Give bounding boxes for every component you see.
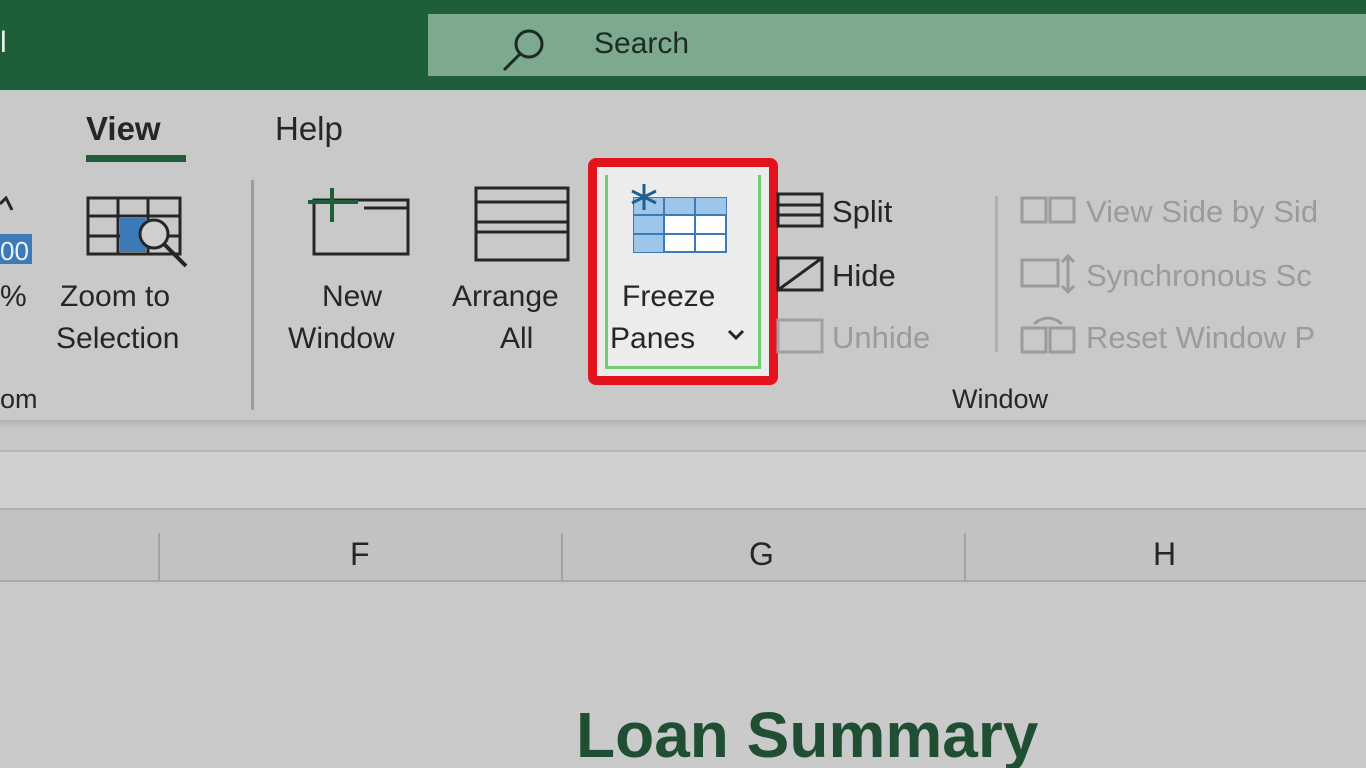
reset-window-position-label: Reset Window P: [1086, 320, 1316, 355]
unhide-icon: [776, 318, 824, 354]
zoom-pct-fragment: %: [0, 280, 27, 313]
column-header-g[interactable]: G: [749, 536, 774, 573]
new-window-label-1: New: [322, 280, 383, 313]
new-window-label-2: Window: [288, 322, 395, 355]
title-fragment: l: [0, 26, 7, 59]
freeze-panes-icon: [631, 184, 727, 253]
unhide-label: Unhide: [832, 320, 931, 355]
arrange-all-icon: [474, 186, 570, 262]
arrange-all-label-2: All: [500, 322, 534, 355]
freeze-panes-label-2: Panes: [610, 322, 696, 355]
tab-view[interactable]: View: [86, 110, 161, 148]
tab-help[interactable]: Help: [275, 110, 343, 148]
hide-icon: [776, 256, 824, 292]
zoom-to-selection-label-1: Zoom to: [60, 280, 171, 313]
synchronous-scrolling-label: Synchronous Sc: [1086, 258, 1312, 293]
synchronous-scrolling-icon: [1020, 254, 1076, 294]
zoom-100-fragment: 00: [0, 236, 29, 266]
split-icon: [776, 192, 824, 228]
loan-summary-title[interactable]: Loan Summary: [576, 698, 1038, 768]
formula-bar[interactable]: [0, 450, 1366, 508]
search-box[interactable]: Search: [428, 14, 1366, 76]
column-separator: [964, 533, 966, 581]
split-label: Split: [832, 194, 893, 229]
hide-label: Hide: [832, 258, 896, 293]
group-separator: [251, 180, 254, 410]
ribbon-shadow: [0, 420, 1366, 428]
view-side-by-side-label: View Side by Sid: [1086, 194, 1319, 229]
search-label: Search: [594, 27, 690, 60]
window-separator: [995, 196, 998, 352]
column-separator: [158, 533, 160, 581]
zoom-to-selection-label-2: Selection: [56, 322, 180, 355]
search-icon: [502, 29, 544, 72]
view-side-by-side-icon: [1020, 196, 1076, 224]
chevron-down-icon: [727, 329, 745, 341]
freeze-panes-label-1: Freeze: [622, 280, 716, 313]
zoom-to-selection-icon: [86, 196, 188, 268]
title-bar: l Search: [0, 0, 1366, 90]
reset-window-position-icon: [1020, 316, 1076, 354]
new-window-icon: [308, 188, 410, 256]
window-group-label: Window: [952, 384, 1049, 414]
column-header-f[interactable]: F: [350, 536, 370, 573]
arrange-all-label-1: Arrange: [452, 280, 559, 313]
tab-view-underline: [86, 155, 186, 162]
zoom-group-label: om: [0, 384, 38, 414]
column-header-h[interactable]: H: [1153, 536, 1176, 573]
column-separator: [561, 533, 563, 581]
